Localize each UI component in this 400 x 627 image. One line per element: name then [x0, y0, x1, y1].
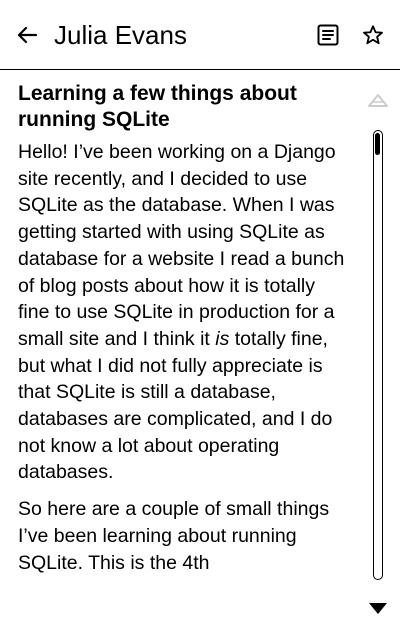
back-button[interactable]	[12, 20, 42, 50]
scroll-down-triangle-icon	[369, 603, 387, 614]
article-paragraph: So here are a couple of small things I’v…	[18, 498, 330, 574]
table-of-contents-button[interactable]	[314, 21, 342, 49]
paragraph-text: totally fine, but what I did not fully a…	[18, 327, 333, 484]
feed-title: Julia Evans	[54, 20, 187, 50]
star-button[interactable]	[358, 20, 388, 50]
app-header: Julia Evans	[0, 0, 400, 70]
vertical-scrollbar[interactable]	[364, 88, 392, 622]
paragraph-text: Hello! I’ve been working on a Django sit…	[18, 141, 345, 350]
scroll-down-button[interactable]	[367, 600, 389, 616]
arrow-left-icon	[17, 26, 38, 44]
reader-app: Julia Evans Learning a few things about …	[0, 0, 400, 627]
scroll-up-button[interactable]	[367, 91, 389, 111]
emphasized-text: is	[215, 327, 230, 350]
scroll-track[interactable]	[373, 130, 383, 580]
star-outline-icon	[363, 25, 383, 45]
article-paragraph: Hello! I’ve been working on a Django sit…	[18, 139, 348, 486]
scroll-up-triangle-icon	[368, 94, 388, 107]
table-of-contents-icon	[317, 24, 339, 46]
article-title: Learning a few things about running SQLi…	[18, 82, 297, 131]
article-content[interactable]: Learning a few things about running SQLi…	[18, 70, 348, 627]
scroll-thumb[interactable]	[375, 133, 380, 155]
